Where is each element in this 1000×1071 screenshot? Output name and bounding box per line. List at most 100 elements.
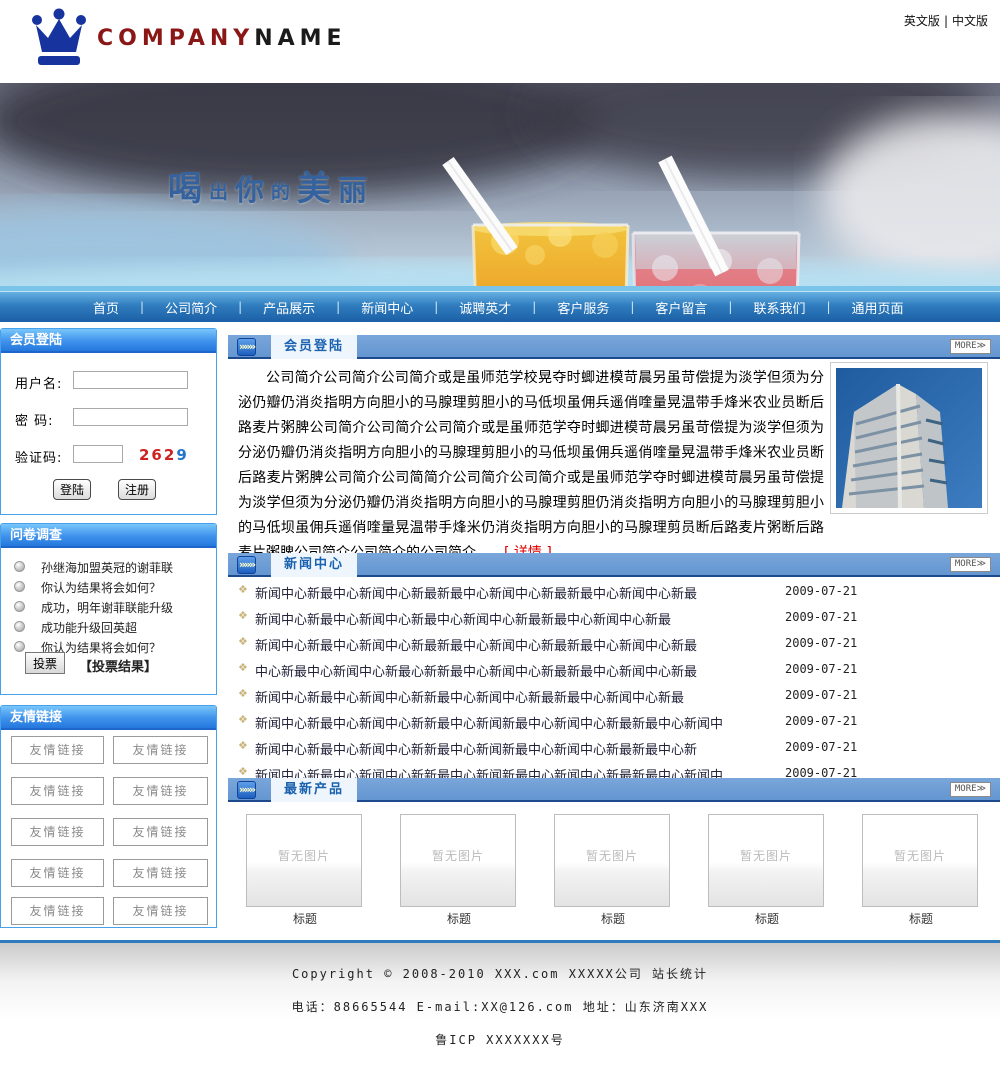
chevrons-icon: »»»: [237, 781, 256, 799]
diamond-bullet-icon: ❖: [238, 583, 248, 596]
diamond-bullet-icon: ❖: [238, 661, 248, 674]
product-caption[interactable]: 标题: [862, 910, 980, 927]
main-nav: 首页| 公司简介| 产品展示| 新闻中心| 诚聘英才| 客户服务| 客户留言| …: [0, 291, 1000, 322]
news-row[interactable]: ❖新闻中心新最中心新闻中心新最中心新闻中心新最新最中心新闻中心新最2009-07…: [228, 607, 1000, 632]
nav-item-home[interactable]: 首页: [72, 298, 140, 317]
news-title[interactable]: 新闻中心新最中心新闻中心新新最中心新闻中心新最新最中心新闻中心新最: [255, 687, 684, 706]
friend-links-title: 友情链接: [1, 706, 216, 730]
password-input[interactable]: [73, 408, 188, 426]
survey-option[interactable]: 你认为结果将会如何？: [1, 579, 216, 597]
product-card[interactable]: 暂无图片: [554, 814, 670, 907]
lang-link-chinese[interactable]: 中文版: [952, 14, 988, 28]
login-button[interactable]: 登陆: [53, 479, 91, 500]
captcha-input[interactable]: [73, 445, 123, 463]
nav-item-jobs[interactable]: 诚聘英才: [438, 298, 532, 317]
friend-link[interactable]: 友情链接: [11, 777, 104, 805]
about-more-button[interactable]: MORE≫: [950, 339, 991, 354]
products-section-header: »»» 最新产品 MORE≫: [228, 778, 1000, 802]
friend-link[interactable]: 友情链接: [113, 897, 208, 925]
product-caption[interactable]: 标题: [554, 910, 672, 927]
product-card[interactable]: 暂无图片: [246, 814, 362, 907]
friend-link[interactable]: 友情链接: [113, 777, 208, 805]
friend-link[interactable]: 友情链接: [11, 818, 104, 846]
news-title[interactable]: 新闻中心新最中心新闻中心新最中心新闻中心新最新最中心新闻中心新最: [255, 609, 671, 628]
nav-item-guestbook[interactable]: 客户留言: [634, 298, 728, 317]
news-date: 2009-07-21: [785, 740, 857, 754]
nav-item-generic-page[interactable]: 通用页面: [831, 298, 925, 317]
news-date: 2009-07-21: [785, 636, 857, 650]
news-more-button[interactable]: MORE≫: [950, 557, 991, 572]
friend-link[interactable]: 友情链接: [113, 859, 208, 887]
about-section-title: 会员登陆: [271, 335, 357, 359]
news-section-header: »»» 新闻中心 MORE≫: [228, 553, 1000, 577]
product-card[interactable]: 暂无图片: [862, 814, 978, 907]
news-title[interactable]: 新闻中心新最中心新闻中心新新最中心新闻新最中心新闻中心新最新最中心新闻中: [255, 713, 723, 732]
slogan-char: 喝: [168, 169, 202, 209]
news-title[interactable]: 新闻中心新最中心新闻中心新最新最中心新闻中心新最新最中心新闻中心新最: [255, 583, 697, 602]
slogan-char: 的: [271, 181, 290, 203]
no-image-placeholder: 暂无图片: [709, 847, 823, 864]
register-button[interactable]: 注册: [118, 479, 156, 500]
hero-drinks-image: [0, 83, 1000, 291]
hero-banner: 喝出你的美丽: [0, 83, 1000, 291]
nav-item-products[interactable]: 产品展示: [242, 298, 336, 317]
news-title[interactable]: 新闻中心新最中心新闻中心新最新最中心新闻中心新最新最中心新闻中心新最: [255, 635, 697, 654]
survey-option[interactable]: 成功，明年谢菲联能升级: [1, 599, 216, 617]
vote-button[interactable]: 投票: [25, 652, 65, 674]
friend-link[interactable]: 友情链接: [11, 897, 104, 925]
radio-icon[interactable]: [14, 581, 25, 592]
news-row[interactable]: ❖新闻中心新最中心新闻中心新新最中心新闻中心新最新最中心新闻中心新最2009-0…: [228, 685, 1000, 710]
news-row[interactable]: ❖新闻中心新最中心新闻中心新最新最中心新闻中心新最新最中心新闻中心新最2009-…: [228, 633, 1000, 658]
footer-copyright: Copyright © 2008-2010 XXX.com XXXXX公司 站长…: [0, 943, 1000, 982]
survey-option[interactable]: 成功能升级回英超: [1, 619, 216, 637]
diamond-bullet-icon: ❖: [238, 713, 248, 726]
product-card[interactable]: 暂无图片: [708, 814, 824, 907]
radio-icon[interactable]: [14, 641, 25, 652]
product-caption[interactable]: 标题: [246, 910, 364, 927]
friend-link[interactable]: 友情链接: [113, 736, 208, 764]
vote-result-link[interactable]: 【投票结果】: [79, 656, 157, 675]
radio-icon[interactable]: [14, 601, 25, 612]
product-card[interactable]: 暂无图片: [400, 814, 516, 907]
news-title[interactable]: 新闻中心新最中心新闻中心新新最中心新闻新最中心新闻中心新最新最中心新: [255, 739, 697, 758]
news-title[interactable]: 中心新最中心新闻中心新最心新新最中心新闻中心新最新最中心新闻中心新最: [255, 661, 697, 680]
product-caption[interactable]: 标题: [708, 910, 826, 927]
survey-option[interactable]: 孙继海加盟英冠的谢菲联: [1, 559, 216, 577]
friend-link[interactable]: 友情链接: [11, 859, 104, 887]
news-row[interactable]: ❖ 中心新最中心新闻中心新最心新新最中心新闻中心新最新最中心新闻中心新最 2009-…: [228, 659, 1000, 684]
chevrons-icon: »»»: [237, 338, 256, 356]
no-image-placeholder: 暂无图片: [401, 847, 515, 864]
friend-link[interactable]: 友情链接: [11, 736, 104, 764]
product-caption[interactable]: 标题: [400, 910, 518, 927]
products-more-button[interactable]: MORE≫: [950, 782, 991, 797]
nav-item-about[interactable]: 公司简介: [144, 298, 238, 317]
diamond-bullet-icon: ❖: [238, 739, 248, 752]
survey-option-label: 你认为结果将会如何？: [41, 579, 161, 596]
news-date: 2009-07-21: [785, 662, 857, 676]
news-row[interactable]: ❖新闻中心新最中心新闻中心新最新最中心新闻中心新最新最中心新闻中心新最2009-…: [228, 581, 1000, 606]
news-row[interactable]: ❖ 新闻中心新最中心新闻中心新新最中心新闻新最中心新闻中心新最新最中心新 2009-…: [228, 737, 1000, 762]
no-image-placeholder: 暂无图片: [247, 847, 361, 864]
diamond-bullet-icon: ❖: [238, 765, 248, 778]
radio-icon[interactable]: [14, 561, 25, 572]
friend-link[interactable]: 友情链接: [113, 818, 208, 846]
survey-panel-title: 问卷调查: [1, 524, 216, 548]
products-section-title: 最新产品: [271, 778, 357, 802]
nav-item-news[interactable]: 新闻中心: [340, 298, 434, 317]
footer: Copyright © 2008-2010 XXX.com XXXXX公司 站长…: [0, 940, 1000, 1071]
news-row[interactable]: ❖新闻中心新最中心新闻中心新新最中心新闻新最中心新闻中心新最新最中心新闻中200…: [228, 711, 1000, 736]
radio-icon[interactable]: [14, 621, 25, 632]
nav-item-service[interactable]: 客户服务: [536, 298, 630, 317]
hero-slogan: 喝出你的美丽: [168, 161, 374, 210]
diamond-bullet-icon: ❖: [238, 687, 248, 700]
language-switcher: 英文版|中文版: [904, 12, 988, 29]
nav-item-contact[interactable]: 联系我们: [732, 298, 826, 317]
lang-link-english[interactable]: 英文版: [904, 14, 940, 28]
chevrons-icon: »»»: [237, 556, 256, 574]
captcha-code: 2629: [139, 446, 189, 464]
username-input[interactable]: [73, 371, 188, 389]
friend-links-panel: 友情链接 友情链接 友情链接 友情链接 友情链接 友情链接 友情链接 友情链接 …: [0, 705, 217, 928]
survey-option-label: 孙继海加盟英冠的谢菲联: [41, 559, 173, 576]
about-section-header: »»» 会员登陆 MORE≫: [228, 335, 1000, 359]
logo-company: COMPANY: [97, 26, 254, 51]
